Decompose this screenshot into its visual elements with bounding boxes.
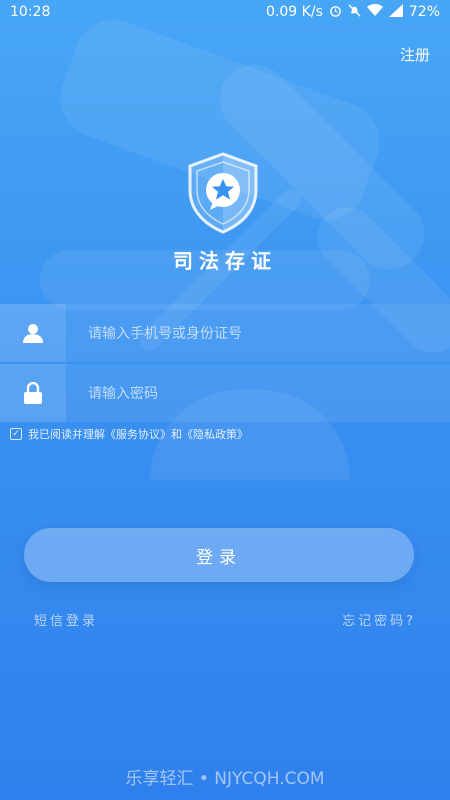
network-speed: 0.09 K/s bbox=[266, 4, 323, 20]
agreement-checkbox[interactable]: ✓ bbox=[10, 428, 22, 440]
shield-star-icon bbox=[180, 150, 266, 236]
register-link[interactable]: 注册 bbox=[400, 44, 430, 65]
wifi-icon bbox=[366, 3, 383, 20]
app-title: 司法存证 bbox=[173, 249, 277, 273]
sms-login-link[interactable]: 短信登录 bbox=[34, 610, 98, 629]
battery-level: 72% bbox=[408, 4, 440, 20]
status-time: 10:28 bbox=[10, 4, 51, 20]
account-field bbox=[0, 304, 450, 364]
status-bar: 10:28 0.09 K/s 72% bbox=[0, 0, 450, 24]
agreement-row: ✓ 我已阅读并理解《服务协议》和《隐私政策》 bbox=[10, 426, 248, 442]
signal-icon bbox=[388, 4, 403, 20]
password-input[interactable] bbox=[86, 364, 430, 424]
lock-icon bbox=[0, 364, 66, 422]
status-icons: 0.09 K/s 72% bbox=[266, 3, 440, 20]
agreement-text[interactable]: 我已阅读并理解《服务协议》和《隐私政策》 bbox=[28, 426, 248, 442]
forgot-password-link[interactable]: 忘记密码? bbox=[342, 610, 416, 629]
login-button[interactable]: 登录 bbox=[24, 528, 414, 582]
user-icon bbox=[0, 304, 66, 362]
watermark: 乐享轻汇 • NJYCQH.COM bbox=[125, 769, 325, 789]
account-input[interactable] bbox=[86, 304, 430, 364]
alarm-icon bbox=[329, 4, 342, 20]
mute-icon bbox=[348, 4, 361, 20]
password-field bbox=[0, 364, 450, 424]
